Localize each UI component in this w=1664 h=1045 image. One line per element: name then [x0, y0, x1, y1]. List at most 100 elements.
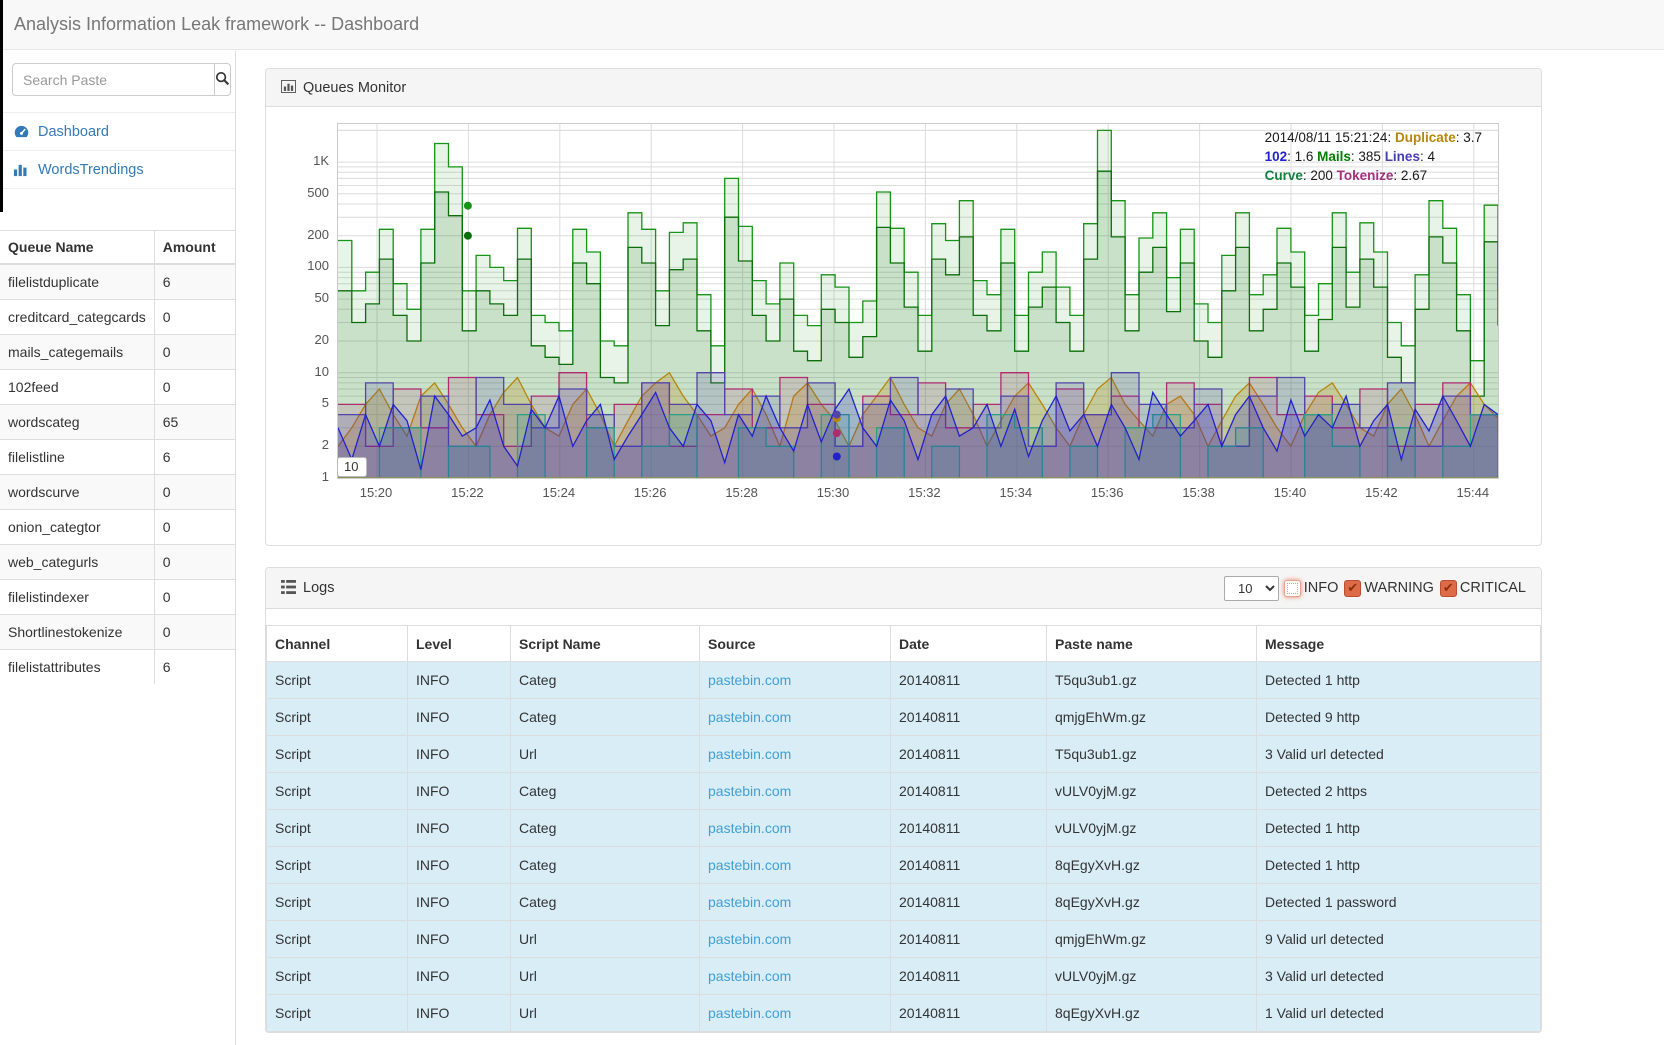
logs-panel: Logs 10 INFO WARNING CRITICAL ChannelLev…	[265, 567, 1542, 1033]
queue-amount-cell: 0	[154, 370, 235, 405]
x-axis-tick: 15:38	[1182, 485, 1215, 500]
log-paste-name: 8qEgyXvH.gz	[1047, 995, 1257, 1032]
legend-segment: : 1.6	[1287, 149, 1317, 164]
log-message: Detected 2 https	[1257, 773, 1541, 810]
log-message: 9 Valid url detected	[1257, 921, 1541, 958]
log-script-name: Url	[511, 736, 700, 773]
legend-segment: Mails	[1317, 149, 1351, 164]
logs-column-header: Date	[891, 626, 1047, 662]
log-source: pastebin.com	[700, 810, 891, 847]
legend-segment: : 2.67	[1393, 168, 1427, 183]
legend-segment: Duplicate	[1395, 130, 1456, 145]
queue-table-body: filelistduplicate 6creditcard_categcards…	[0, 264, 235, 684]
log-message: 3 Valid url detected	[1257, 958, 1541, 995]
bar-chart-icon	[13, 162, 30, 177]
warning-checkbox[interactable]	[1344, 580, 1361, 597]
sidebar-item-dashboard[interactable]: Dashboard	[0, 113, 235, 151]
log-date: 20140811	[891, 921, 1047, 958]
filter-warning[interactable]: WARNING	[1344, 580, 1434, 597]
log-source: pastebin.com	[700, 699, 891, 736]
log-paste-name: qmjgEhWm.gz	[1047, 921, 1257, 958]
log-row: Script INFO Url pastebin.com 20140811 8q…	[267, 995, 1541, 1032]
log-level: INFO	[408, 773, 511, 810]
sidebar-item-label: Dashboard	[38, 124, 109, 140]
queue-amount-cell: 0	[154, 475, 235, 510]
log-source: pastebin.com	[700, 884, 891, 921]
source-link[interactable]: pastebin.com	[708, 709, 791, 725]
source-link[interactable]: pastebin.com	[708, 783, 791, 799]
log-level: INFO	[408, 884, 511, 921]
screen-edge-artifact	[0, 0, 3, 212]
log-row: Script INFO Categ pastebin.com 20140811 …	[267, 773, 1541, 810]
logs-column-header: Level	[408, 626, 511, 662]
info-checkbox[interactable]	[1284, 580, 1301, 597]
legend-segment: 102	[1265, 149, 1288, 164]
log-date: 20140811	[891, 773, 1047, 810]
queue-table-row: filelistline 6	[0, 440, 235, 475]
log-paste-name: vULV0yjM.gz	[1047, 773, 1257, 810]
log-source: pastebin.com	[700, 736, 891, 773]
sidebar: Dashboard WordsTrendings Queue Name Amou…	[0, 51, 236, 1045]
log-message: Detected 1 http	[1257, 662, 1541, 699]
x-axis-tick: 15:36	[1091, 485, 1124, 500]
x-axis-tick: 15:20	[360, 485, 393, 500]
queue-table-row: mails_categemails 0	[0, 335, 235, 370]
filter-critical[interactable]: CRITICAL	[1440, 580, 1526, 597]
log-message: Detected 1 http	[1257, 810, 1541, 847]
source-link[interactable]: pastebin.com	[708, 857, 791, 873]
queue-name-cell: filelistindexer	[0, 580, 154, 615]
queue-table-row: filelistduplicate 6	[0, 264, 235, 300]
log-date: 20140811	[891, 884, 1047, 921]
source-link[interactable]: pastebin.com	[708, 894, 791, 910]
source-link[interactable]: pastebin.com	[708, 931, 791, 947]
queue-amount-cell: 6	[154, 264, 235, 300]
log-channel: Script	[267, 736, 408, 773]
queue-table-header-name: Queue Name	[0, 231, 154, 265]
chart-overlay-value-box: 10	[337, 457, 367, 477]
queues-monitor-body: 2014/08/11 15:21:24: Duplicate: 3.7102: …	[266, 107, 1541, 545]
x-axis-tick: 15:28	[725, 485, 758, 500]
log-paste-name: 8qEgyXvH.gz	[1047, 847, 1257, 884]
page-size-select[interactable]: 10	[1224, 576, 1279, 601]
logs-column-header: Source	[700, 626, 891, 662]
queue-name-cell: filelistline	[0, 440, 154, 475]
source-link[interactable]: pastebin.com	[708, 1005, 791, 1021]
legend-segment: 2014/08/11 15:21:24:	[1265, 130, 1395, 145]
queue-amount-cell: 0	[154, 615, 235, 650]
queues-chart-plot-area[interactable]: 2014/08/11 15:21:24: Duplicate: 3.7102: …	[337, 123, 1499, 479]
logs-title: Logs	[303, 580, 334, 596]
search-input[interactable]	[12, 63, 214, 96]
source-link[interactable]: pastebin.com	[708, 672, 791, 688]
log-paste-name: T5qu3ub1.gz	[1047, 662, 1257, 699]
source-link[interactable]: pastebin.com	[708, 820, 791, 836]
source-link[interactable]: pastebin.com	[708, 968, 791, 984]
filter-info[interactable]: INFO	[1284, 580, 1339, 597]
queues-monitor-title: Queues Monitor	[303, 80, 406, 96]
x-axis-tick: 15:22	[451, 485, 484, 500]
critical-checkbox[interactable]	[1440, 580, 1457, 597]
log-script-name: Url	[511, 921, 700, 958]
queue-amount-cell: 0	[154, 335, 235, 370]
log-channel: Script	[267, 958, 408, 995]
queue-amount-cell: 0	[154, 510, 235, 545]
log-source: pastebin.com	[700, 773, 891, 810]
log-script-name: Url	[511, 995, 700, 1032]
search-group	[12, 63, 223, 96]
queue-table-row: Shortlinestokenize 0	[0, 615, 235, 650]
queue-name-cell: wordscateg	[0, 405, 154, 440]
log-channel: Script	[267, 773, 408, 810]
x-axis-tick: 15:34	[1000, 485, 1033, 500]
source-link[interactable]: pastebin.com	[708, 746, 791, 762]
log-date: 20140811	[891, 736, 1047, 773]
queue-name-cell: filelistduplicate	[0, 264, 154, 300]
log-channel: Script	[267, 847, 408, 884]
log-level: INFO	[408, 699, 511, 736]
chart-legend: 2014/08/11 15:21:24: Duplicate: 3.7102: …	[1265, 128, 1482, 185]
y-axis-tick: 500	[277, 185, 329, 200]
logs-column-header: Channel	[267, 626, 408, 662]
search-button[interactable]	[214, 63, 231, 96]
legend-segment: Curve	[1265, 168, 1303, 183]
queue-name-cell: onion_categtor	[0, 510, 154, 545]
sidebar-item-wordstrendings[interactable]: WordsTrendings	[0, 151, 235, 189]
y-axis-tick: 2	[277, 437, 329, 452]
